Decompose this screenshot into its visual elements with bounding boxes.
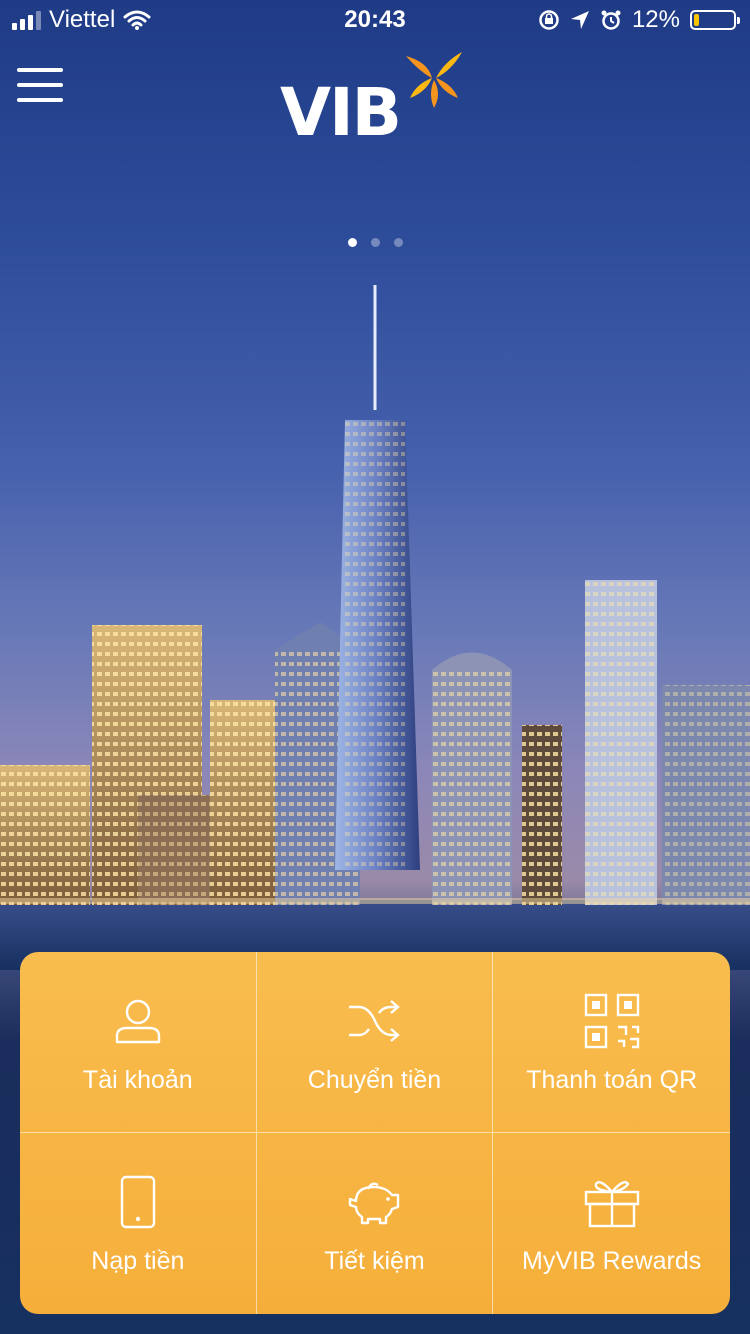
transfer-label: Chuyển tiền bbox=[307, 1066, 442, 1094]
user-icon bbox=[113, 990, 163, 1052]
battery-icon bbox=[690, 10, 740, 30]
hamburger-menu-icon[interactable] bbox=[17, 68, 63, 102]
savings-tile[interactable]: Tiết kiệm bbox=[257, 1133, 494, 1314]
city-skyline-background bbox=[0, 285, 750, 970]
rewards-label: MyVIB Rewards bbox=[522, 1247, 702, 1275]
carousel-dot[interactable] bbox=[393, 238, 403, 247]
battery-percent: 12% bbox=[631, 6, 680, 33]
qr-payment-tile[interactable]: Thanh toán QR bbox=[493, 952, 730, 1133]
logo-text: VIB bbox=[280, 74, 402, 151]
rewards-tile[interactable]: MyVIB Rewards bbox=[493, 1133, 730, 1314]
status-bar-right: 12% bbox=[538, 6, 740, 34]
carousel-pagination bbox=[0, 238, 750, 247]
vib-logo: VIB bbox=[280, 48, 470, 151]
logo-star-mark-icon bbox=[406, 52, 462, 108]
account-tile[interactable]: Tài khoản bbox=[20, 952, 257, 1133]
gift-icon bbox=[584, 1171, 640, 1233]
home-screen: Viettel 20:43 12% VIB Tài khoản Chuyển t… bbox=[0, 0, 750, 1334]
shuffle-transfer-icon bbox=[347, 990, 401, 1052]
transfer-tile[interactable]: Chuyển tiền bbox=[256, 952, 494, 1133]
alarm-clock-icon bbox=[601, 10, 621, 30]
carousel-dot[interactable] bbox=[347, 238, 357, 247]
qr-payment-label: Thanh toán QR bbox=[526, 1066, 698, 1094]
qr-code-icon bbox=[584, 990, 640, 1052]
topup-label: Nạp tiền bbox=[91, 1247, 185, 1275]
phone-topup-icon bbox=[120, 1171, 156, 1233]
carousel-dot[interactable] bbox=[370, 238, 380, 247]
rotation-lock-icon bbox=[539, 10, 559, 30]
savings-label: Tiết kiệm bbox=[324, 1247, 425, 1275]
status-bar: Viettel 20:43 12% bbox=[0, 0, 750, 40]
piggy-bank-icon bbox=[346, 1171, 402, 1233]
quick-actions-grid: Tài khoản Chuyển tiền Thanh toán QR Nạp … bbox=[20, 952, 730, 1314]
battery-level-fill bbox=[694, 14, 699, 26]
topup-tile[interactable]: Nạp tiền bbox=[20, 1133, 257, 1314]
account-label: Tài khoản bbox=[82, 1066, 193, 1094]
location-arrow-icon bbox=[570, 11, 589, 29]
